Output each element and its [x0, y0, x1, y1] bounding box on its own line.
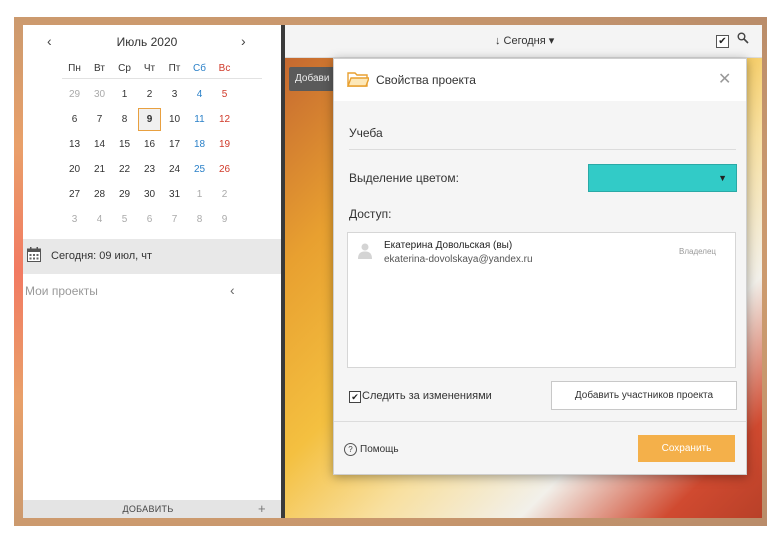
calendar-day[interactable]: 21 [87, 164, 112, 175]
caret-down-icon: ▼ [718, 173, 727, 183]
calendar-day[interactable]: 5 [212, 89, 237, 100]
calendar-day[interactable]: 1 [112, 89, 137, 100]
calendar-day[interactable]: 6 [62, 114, 87, 125]
member-name: Екатерина Довольская (вы) [384, 240, 513, 251]
sort-today-dropdown[interactable]: ↓ Сегодня ▾ [495, 34, 554, 47]
add-project-bar[interactable]: ДОБАВИТЬ + [23, 500, 281, 518]
calendar-day[interactable]: 13 [62, 139, 87, 150]
weekday-label: Пн [68, 62, 81, 74]
month-label: Июль 2020 [116, 35, 178, 49]
weekday-label: Ср [118, 62, 131, 74]
calendar-week: 29 30 1 2 3 4 5 [62, 82, 262, 107]
weekday-label: Сб [193, 62, 206, 74]
calendar-day[interactable]: 18 [187, 139, 212, 150]
next-month-button[interactable]: › [241, 33, 246, 49]
calendar-day[interactable]: 25 [187, 164, 212, 175]
calendar-week: 13 14 15 16 17 18 19 [62, 132, 262, 157]
weekday-label: Вт [94, 62, 105, 74]
calendar-day[interactable]: 30 [137, 189, 162, 200]
close-icon[interactable]: ✕ [718, 69, 731, 89]
calendar-day[interactable]: 20 [62, 164, 87, 175]
checkbox[interactable]: ✔ [349, 391, 361, 403]
add-project-label: ДОБАВИТЬ [122, 504, 174, 514]
sidebar: ‹ Июль 2020 › Пн Вт Ср Чт Пт Сб Вс 29 30 1 2 3 4 5 6 7 8… [23, 25, 281, 518]
calendar-week: 20 21 22 23 24 25 26 [62, 157, 262, 182]
member-email: ekaterina-dovolskaya@yandex.ru [384, 254, 533, 265]
calendar-day[interactable]: 30 [87, 89, 112, 100]
calendar-day[interactable]: 7 [87, 114, 112, 125]
folder-icon [347, 72, 369, 87]
project-name[interactable]: Учеба [349, 126, 383, 140]
calendar-day[interactable]: 4 [87, 214, 112, 225]
color-select[interactable]: ▼ [588, 164, 737, 192]
my-projects-label[interactable]: Мои проекты [25, 284, 98, 298]
calendar-day[interactable]: 11 [187, 114, 212, 125]
calendar-day[interactable]: 1 [187, 189, 212, 200]
divider [349, 149, 736, 150]
calendar-icon [27, 247, 41, 262]
calendar-week: 27 28 29 30 31 1 2 [62, 182, 262, 207]
dialog-title: Свойства проекта [376, 73, 476, 87]
collapse-chevron-icon[interactable]: ‹ [230, 282, 235, 298]
calendar-day[interactable]: 9 [212, 214, 237, 225]
calendar-day[interactable]: 29 [112, 189, 137, 200]
members-list: Екатерина Довольская (вы) ekaterina-dovo… [347, 232, 736, 368]
user-avatar-icon [358, 243, 372, 259]
calendar-day[interactable]: 4 [187, 89, 212, 100]
calendar-day-selected[interactable]: 9 [138, 108, 161, 131]
today-bar[interactable]: Сегодня: 09 июл, чт [23, 239, 281, 274]
divider [334, 421, 746, 422]
calendar-day[interactable]: 15 [112, 139, 137, 150]
calendar-day[interactable]: 5 [112, 214, 137, 225]
calendar-day[interactable]: 10 [162, 114, 187, 125]
watch-changes-label: Следить за изменениями [362, 390, 492, 402]
calendar-day[interactable]: 24 [162, 164, 187, 175]
calendar-day[interactable]: 7 [162, 214, 187, 225]
add-members-button[interactable]: Добавить участников проекта [551, 381, 737, 410]
save-button[interactable]: Сохранить [638, 435, 735, 462]
today-label: Сегодня: 09 июл, чт [51, 250, 153, 262]
calendar-day[interactable]: 19 [212, 139, 237, 150]
calendar-day[interactable]: 29 [62, 89, 87, 100]
color-label: Выделение цветом: [349, 171, 459, 185]
weekday-label: Чт [143, 62, 156, 74]
weekday-header: Пн Вт Ср Чт Пт Сб Вс [62, 58, 262, 79]
help-icon: ? [344, 443, 357, 456]
calendar-day[interactable]: 8 [112, 114, 137, 125]
calendar-day[interactable]: 3 [162, 89, 187, 100]
calendar-week: 3456789 [62, 207, 262, 232]
search-icon[interactable] [737, 32, 749, 47]
plus-icon[interactable]: + [258, 501, 266, 516]
calendar-day[interactable]: 2 [212, 189, 237, 200]
calendar-day[interactable]: 22 [112, 164, 137, 175]
select-all-checkbox[interactable]: ✔ [716, 35, 729, 48]
calendar-week: 6 7 8 9 10 11 12 [62, 107, 262, 132]
top-toolbar: ↓ Сегодня ▾ ✔ [285, 25, 762, 58]
calendar-day[interactable]: 2 [137, 89, 162, 100]
weekday-label: Пт [168, 62, 181, 74]
calendar-header: ‹ Июль 2020 › [23, 33, 281, 53]
calendar-day[interactable]: 26 [212, 164, 237, 175]
calendar-day[interactable]: 31 [162, 189, 187, 200]
access-label: Доступ: [349, 207, 392, 221]
member-role: Владелец [679, 247, 717, 256]
dialog-header: Свойства проекта ✕ [334, 59, 746, 101]
calendar-grid: Пн Вт Ср Чт Пт Сб Вс 29 30 1 2 3 4 5 6 7 8 9 10 11 12 13 14 15 1… [62, 58, 262, 232]
calendar-day[interactable]: 17 [162, 139, 187, 150]
calendar-day[interactable]: 16 [137, 139, 162, 150]
calendar-day[interactable]: 8 [187, 214, 212, 225]
weekday-label: Вс [218, 62, 231, 74]
calendar-day[interactable]: 6 [137, 214, 162, 225]
calendar-day[interactable]: 27 [62, 189, 87, 200]
calendar-day[interactable]: 12 [212, 114, 237, 125]
calendar-day[interactable]: 14 [87, 139, 112, 150]
calendar-day[interactable]: 28 [87, 189, 112, 200]
calendar-day[interactable]: 23 [137, 164, 162, 175]
calendar-day[interactable]: 3 [62, 214, 87, 225]
project-properties-dialog: Свойства проекта ✕ Учеба Выделение цвето… [333, 58, 747, 475]
help-label: Помощь [360, 444, 399, 455]
